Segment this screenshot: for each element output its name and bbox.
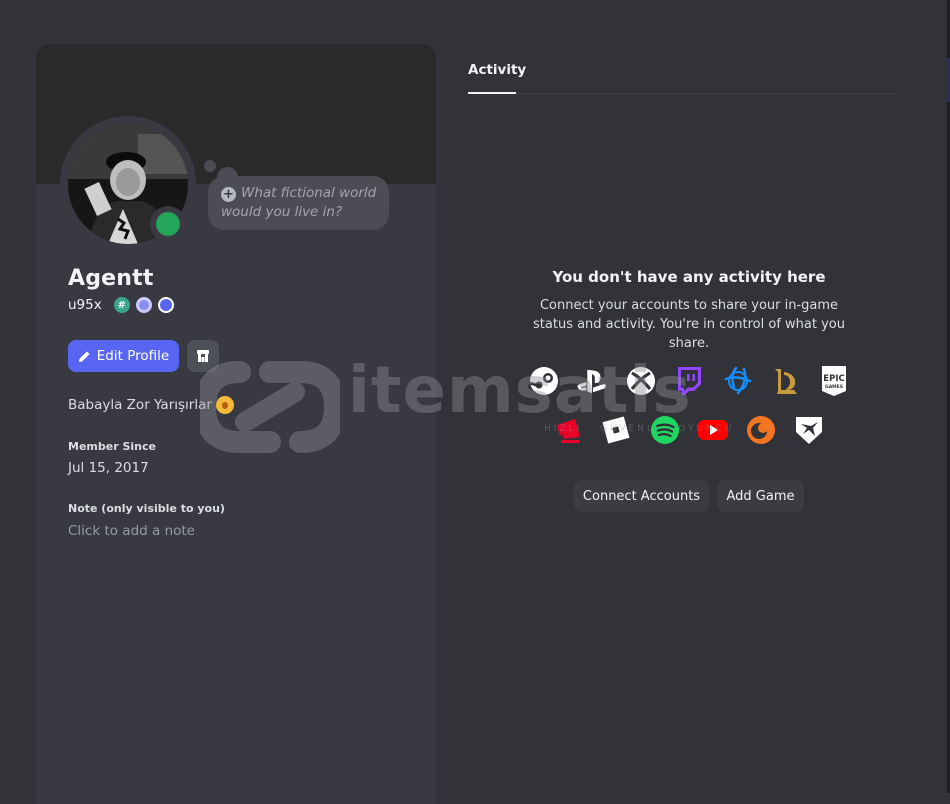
svg-text:EPIC: EPIC: [823, 374, 844, 384]
hashtag-badge-icon[interactable]: #: [113, 297, 130, 313]
watermark-logo: itemsatis HIZLI · GÜVENLİ · OYUNCU: [200, 352, 760, 462]
bubble-prompt-text: What fictional world would you live in?: [221, 185, 377, 220]
pencil-icon: [78, 350, 91, 363]
empty-state-title: You don't have any activity here: [552, 268, 826, 286]
empty-state-description: Connect your accounts to share your in-g…: [533, 298, 845, 351]
add-game-button[interactable]: Add Game: [717, 480, 804, 512]
note-input[interactable]: Click to add a note: [68, 523, 398, 539]
online-status-indicator: [156, 212, 180, 236]
tab-activity[interactable]: Activity: [468, 62, 526, 78]
status-prompt-bubble[interactable]: + What fictional world would you live in…: [208, 176, 389, 230]
edit-profile-button[interactable]: Edit Profile: [68, 340, 179, 372]
bubble-tail-small: [204, 160, 216, 172]
member-since-label: Member Since: [68, 440, 156, 453]
watermark-text: itemsatis: [348, 354, 692, 428]
league-of-legends-icon[interactable]: [770, 365, 802, 397]
bungie-icon[interactable]: [793, 414, 825, 446]
svg-text:GAMES: GAMES: [825, 384, 843, 390]
watermark-subtext: HIZLI · GÜVENLİ · OYUNCU: [544, 424, 735, 434]
edit-profile-label: Edit Profile: [96, 348, 170, 364]
tabs-divider: [468, 93, 898, 94]
tab-active-indicator: [468, 92, 516, 94]
display-name: Agentt: [68, 266, 154, 291]
epic-games-icon[interactable]: EPIC GAMES: [818, 365, 850, 397]
nitro-gear-badge-icon[interactable]: [135, 297, 152, 313]
username-row: u95x #: [68, 296, 180, 314]
custom-status-text: Babayla Zor Yarışırlar: [68, 397, 212, 413]
orb-badge-icon[interactable]: [157, 297, 174, 313]
note-label: Note (only visible to you): [68, 502, 225, 515]
member-since-value: Jul 15, 2017: [68, 460, 149, 476]
connect-accounts-button[interactable]: Connect Accounts: [574, 480, 709, 512]
username: u95x: [68, 297, 102, 313]
